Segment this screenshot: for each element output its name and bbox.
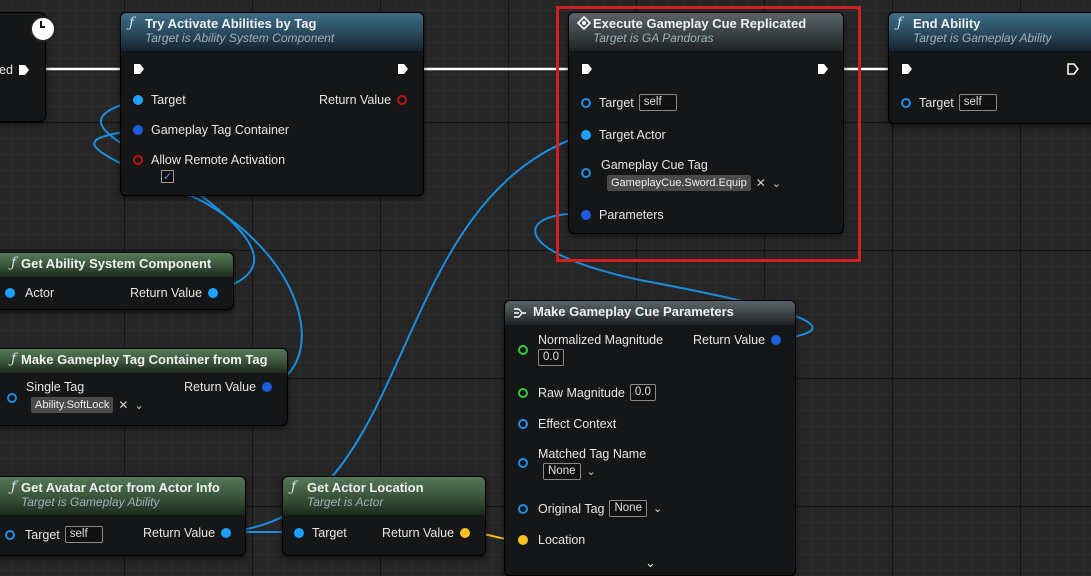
actor-label: Actor bbox=[25, 286, 55, 300]
return-value-pin[interactable] bbox=[221, 528, 232, 538]
return-value-pin[interactable] bbox=[460, 528, 471, 538]
location-label: Location bbox=[538, 533, 586, 547]
location-pin[interactable] bbox=[518, 535, 528, 545]
original-tag-label: Original Tag bbox=[538, 501, 605, 516]
node-header: ƒ Make Gameplay Tag Container from Tag bbox=[0, 349, 287, 373]
allow-remote-activation-pin[interactable] bbox=[133, 155, 143, 165]
node-title: End Ability bbox=[913, 16, 981, 31]
target-label: Target bbox=[919, 95, 954, 110]
normalized-magnitude-label: Normalized Magnitude bbox=[538, 333, 664, 347]
allow-remote-activation-label: Allow Remote Activation bbox=[151, 153, 286, 167]
function-icon: ƒ bbox=[291, 479, 297, 495]
get-avatar-actor-node[interactable]: ƒ Get Avatar Actor from Actor Info Targe… bbox=[0, 476, 246, 556]
node-subtitle: Target is Gameplay Ability bbox=[913, 31, 1052, 45]
make-tag-container-node[interactable]: ƒ Make Gameplay Tag Container from Tag S… bbox=[0, 348, 288, 426]
node-title: Make Gameplay Tag Container from Tag bbox=[21, 352, 268, 367]
effect-context-pin[interactable] bbox=[518, 419, 528, 429]
return-value-label: Return Value bbox=[184, 380, 257, 394]
function-icon: ƒ bbox=[11, 255, 17, 271]
matched-tag-name-dropdown[interactable]: None bbox=[543, 463, 581, 480]
target-pin[interactable] bbox=[5, 529, 15, 540]
make-struct-icon bbox=[514, 308, 526, 318]
node-header: ƒ Get Actor Location Target is Actor bbox=[283, 477, 485, 515]
try-activate-abilities-node[interactable]: ƒ Try Activate Abilities by Tag Target i… bbox=[120, 12, 424, 196]
node-title: Make Gameplay Cue Parameters bbox=[533, 304, 734, 319]
node-header: ƒ Try Activate Abilities by Tag Target i… bbox=[121, 13, 423, 51]
latent-clock-icon bbox=[30, 16, 56, 42]
gameplay-tag-container-label: Gameplay Tag Container bbox=[151, 123, 290, 137]
target-pin[interactable] bbox=[294, 528, 304, 538]
node-header: ƒ End Ability Target is Gameplay Ability bbox=[889, 13, 1091, 51]
function-icon: ƒ bbox=[897, 15, 903, 31]
chevron-down-icon[interactable]: ⌄ bbox=[134, 399, 143, 412]
return-value-pin[interactable] bbox=[262, 382, 273, 392]
exec-in-pin-icon[interactable] bbox=[133, 63, 145, 75]
original-tag-dropdown[interactable]: None bbox=[609, 500, 647, 517]
function-icon: ƒ bbox=[11, 351, 17, 367]
node-header: Make Gameplay Cue Parameters bbox=[505, 301, 795, 325]
exec-out-pin-icon[interactable] bbox=[397, 63, 409, 75]
single-tag-pin[interactable] bbox=[7, 393, 17, 403]
get-ability-system-component-node[interactable]: ƒ Get Ability System Component Actor Ret… bbox=[0, 252, 234, 310]
highlight-box bbox=[556, 6, 861, 262]
target-label: Target bbox=[312, 526, 347, 540]
gameplay-tag-container-pin[interactable] bbox=[133, 125, 143, 135]
return-value-label: Return Value bbox=[382, 526, 455, 540]
return-value-pin[interactable] bbox=[208, 288, 219, 298]
expand-pins-chevron-icon[interactable]: ⌄ bbox=[645, 555, 656, 571]
matched-tag-name-label: Matched Tag Name bbox=[538, 447, 647, 461]
chevron-down-icon[interactable]: ⌄ bbox=[587, 465, 596, 478]
function-icon: ƒ bbox=[11, 479, 17, 495]
exec-in-pin-icon[interactable] bbox=[901, 63, 913, 75]
node-subtitle: Target is Ability System Component bbox=[145, 31, 335, 45]
target-pin[interactable] bbox=[133, 95, 143, 105]
remove-tag-icon[interactable]: ✕ bbox=[118, 398, 128, 412]
return-value-label: Return Value bbox=[319, 93, 392, 107]
single-tag-chip[interactable]: Ability.SoftLock bbox=[31, 397, 114, 413]
target-default-field[interactable]: self bbox=[64, 526, 103, 543]
target-pin[interactable] bbox=[901, 97, 911, 108]
target-default-field[interactable]: self bbox=[958, 94, 997, 111]
target-label: Target bbox=[151, 93, 186, 107]
exec-out-label: ed bbox=[0, 63, 13, 77]
actor-pin[interactable] bbox=[5, 288, 15, 298]
node-subtitle: Target is Actor bbox=[307, 495, 384, 509]
normalized-magnitude-pin[interactable] bbox=[518, 345, 528, 355]
make-gameplay-cue-parameters-node[interactable]: Make Gameplay Cue Parameters Normalized … bbox=[504, 300, 796, 576]
get-actor-location-node[interactable]: ƒ Get Actor Location Target is Actor Tar… bbox=[282, 476, 486, 556]
original-tag-pin[interactable] bbox=[518, 503, 528, 514]
raw-magnitude-pin[interactable] bbox=[518, 387, 528, 398]
node-header: ƒ Get Avatar Actor from Actor Info Targe… bbox=[0, 477, 245, 515]
return-value-label: Return Value bbox=[693, 333, 766, 347]
node-title: Get Avatar Actor from Actor Info bbox=[21, 480, 220, 495]
target-label: Target bbox=[25, 527, 60, 542]
node-header: ƒ Get Ability System Component bbox=[0, 253, 233, 277]
return-value-pin[interactable] bbox=[397, 95, 408, 105]
raw-magnitude-label: Raw Magnitude bbox=[538, 385, 625, 400]
end-ability-node[interactable]: ƒ End Ability Target is Gameplay Ability… bbox=[888, 12, 1091, 124]
node-title: Get Actor Location bbox=[307, 480, 424, 495]
node-subtitle: Target is Gameplay Ability bbox=[21, 495, 160, 509]
node-title: Get Ability System Component bbox=[21, 256, 212, 271]
effect-context-label: Effect Context bbox=[538, 417, 617, 431]
chevron-down-icon[interactable]: ⌄ bbox=[653, 502, 662, 515]
exec-out-pin-icon[interactable] bbox=[18, 64, 30, 76]
raw-magnitude-field[interactable]: 0.0 bbox=[629, 384, 656, 401]
return-value-label: Return Value bbox=[143, 526, 216, 540]
node-title: Try Activate Abilities by Tag bbox=[145, 16, 317, 31]
return-value-label: Return Value bbox=[130, 286, 203, 300]
return-value-pin[interactable] bbox=[771, 335, 782, 345]
matched-tag-name-pin[interactable] bbox=[518, 458, 528, 468]
exec-out-pin-icon[interactable] bbox=[1067, 63, 1079, 75]
single-tag-label: Single Tag bbox=[26, 380, 85, 394]
allow-remote-activation-checkbox[interactable]: ✓ bbox=[161, 170, 174, 183]
normalized-magnitude-field[interactable]: 0.0 bbox=[538, 349, 564, 366]
function-icon: ƒ bbox=[129, 15, 135, 31]
